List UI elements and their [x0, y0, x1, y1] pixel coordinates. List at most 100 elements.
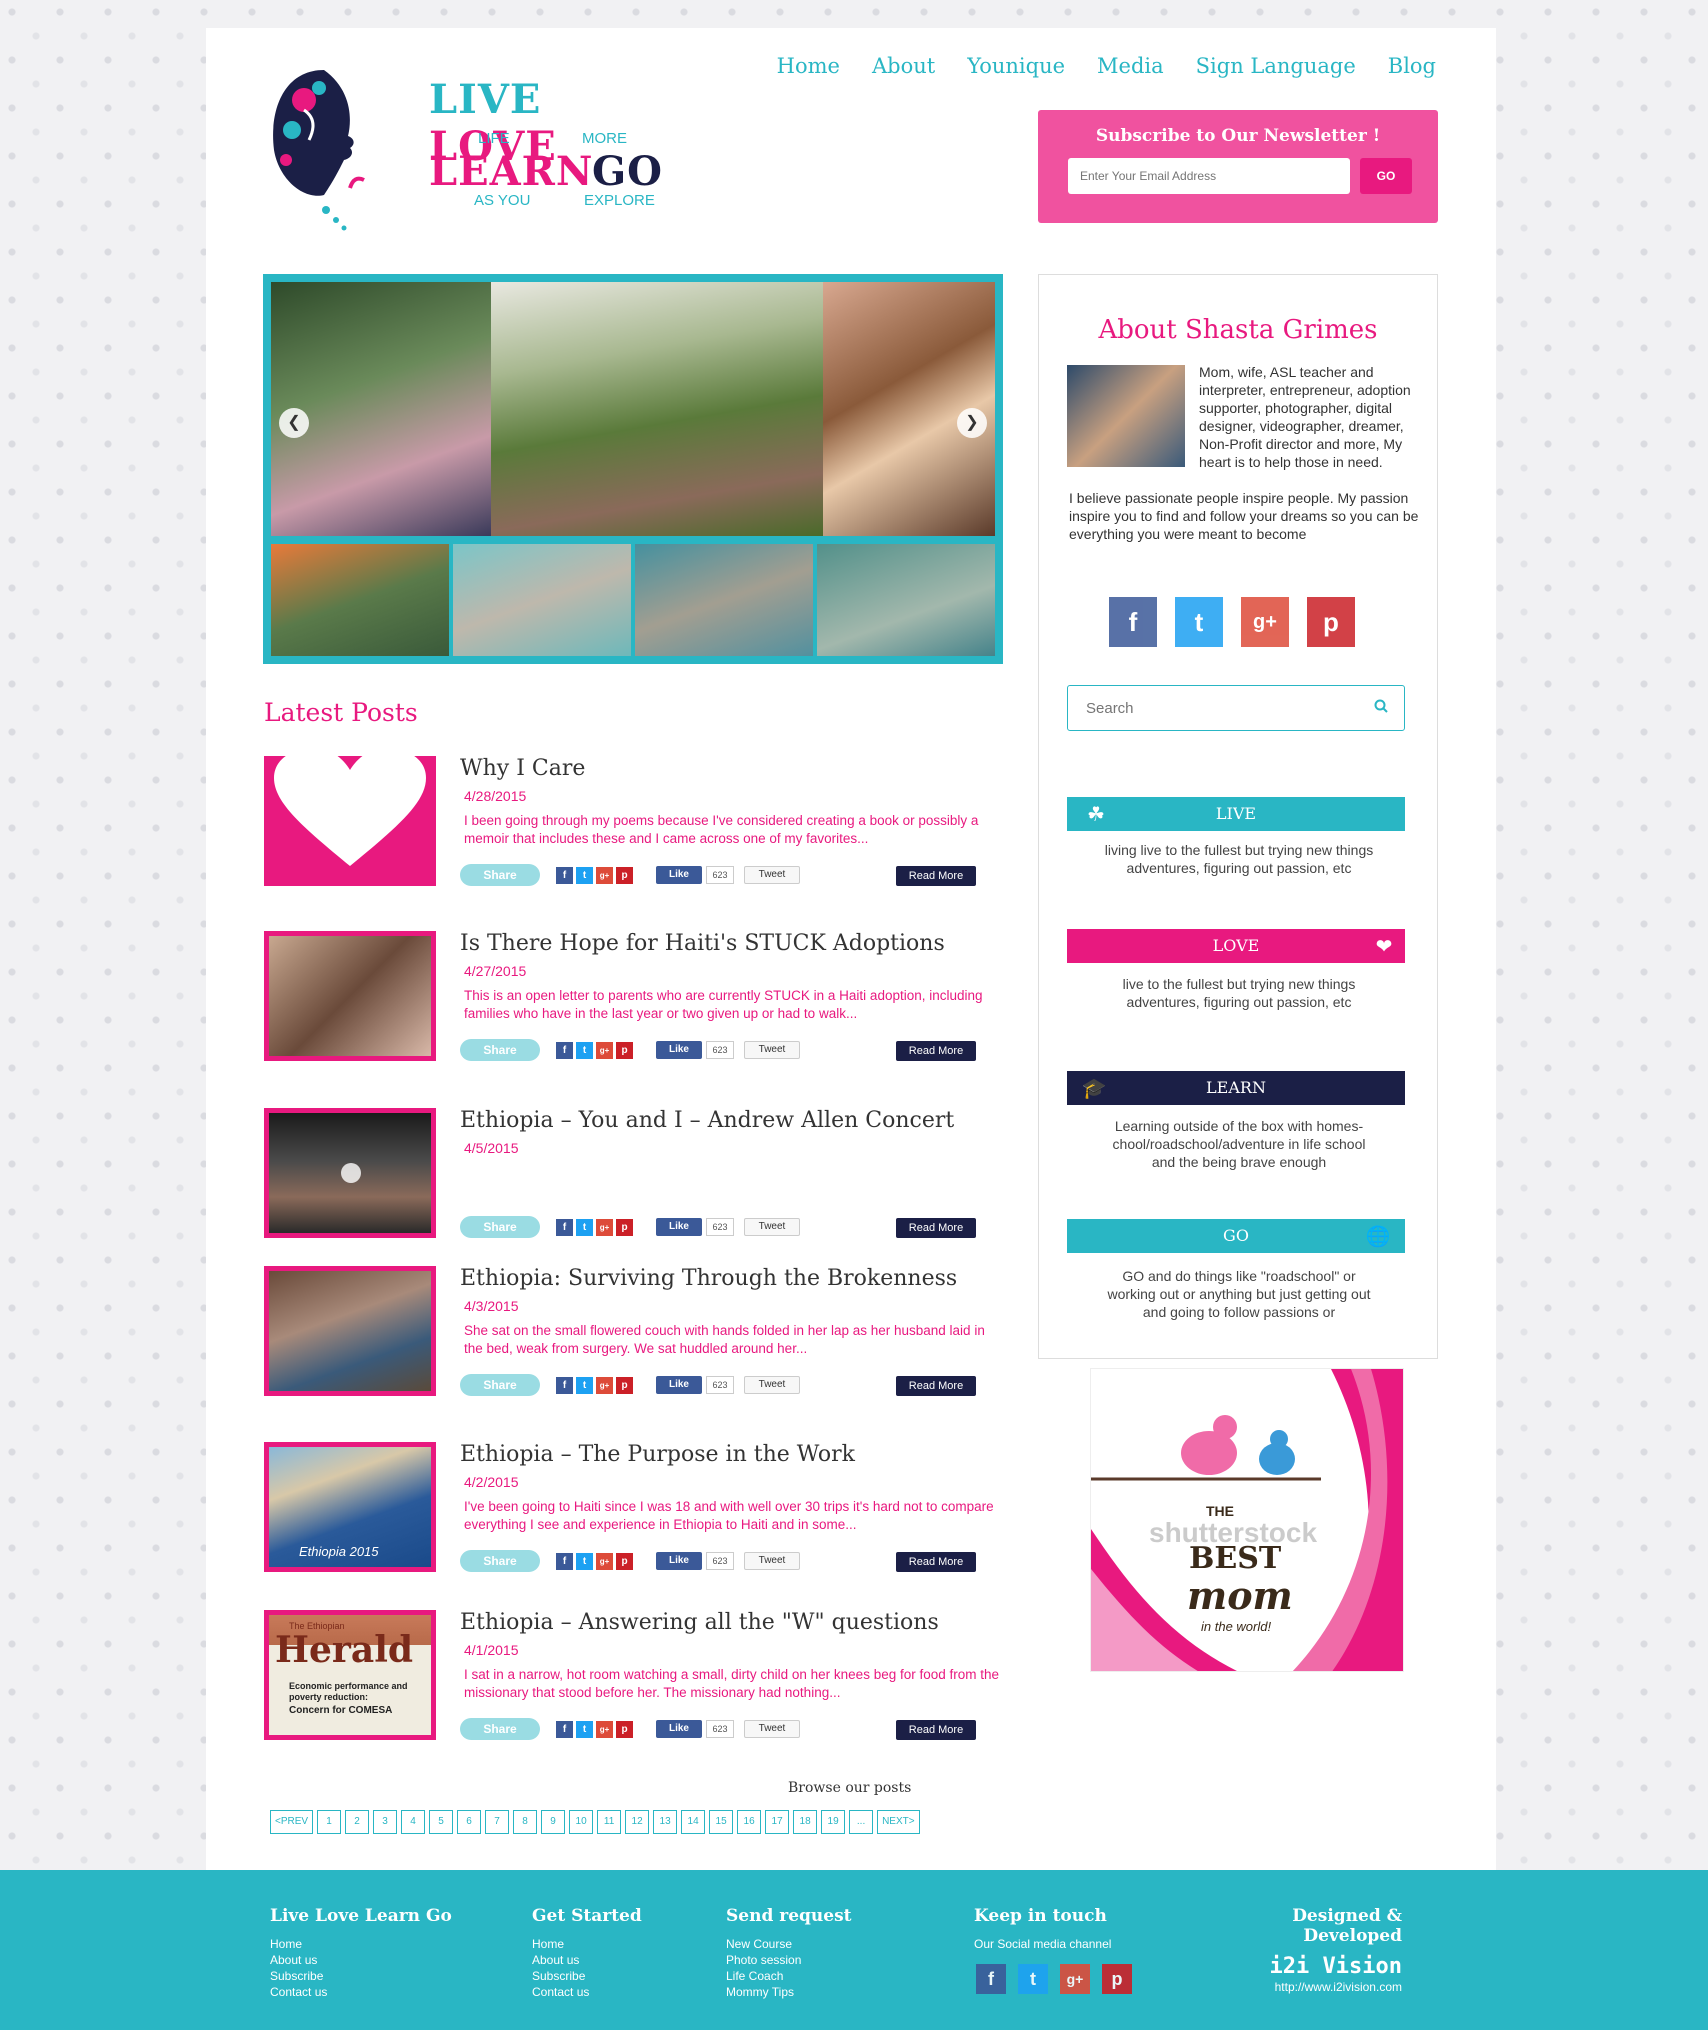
- post-thumbnail[interactable]: [264, 748, 436, 886]
- facebook-like-button[interactable]: Like: [656, 1041, 702, 1059]
- pagination-item[interactable]: 12: [625, 1810, 650, 1834]
- share-button[interactable]: Share: [460, 864, 540, 886]
- newsletter-email-input[interactable]: [1068, 158, 1350, 194]
- developer-url[interactable]: http://www.i2ivision.com: [1222, 1979, 1402, 1995]
- pagination-item[interactable]: 8: [513, 1810, 538, 1834]
- slider-thumb[interactable]: [271, 544, 449, 656]
- pagination-item[interactable]: NEXT>: [877, 1810, 920, 1834]
- tweet-button[interactable]: Tweet: [744, 1376, 800, 1394]
- tweet-button[interactable]: Tweet: [744, 866, 800, 884]
- footer-link[interactable]: Home: [270, 1936, 452, 1952]
- footer-link[interactable]: Mommy Tips: [726, 1984, 852, 2000]
- twitter-icon[interactable]: t: [1175, 597, 1223, 647]
- read-more-button[interactable]: Read More: [896, 1218, 976, 1238]
- tweet-button[interactable]: Tweet: [744, 1041, 800, 1059]
- share-button[interactable]: Share: [460, 1374, 540, 1396]
- facebook-like-button[interactable]: Like: [656, 1218, 702, 1236]
- slider-thumb[interactable]: [453, 544, 631, 656]
- nav-home[interactable]: Home: [777, 54, 840, 78]
- facebook-icon[interactable]: f: [976, 1964, 1006, 1994]
- twitter-icon[interactable]: t: [576, 1553, 593, 1570]
- tweet-button[interactable]: Tweet: [744, 1218, 800, 1236]
- pagination-item[interactable]: 2: [345, 1810, 370, 1834]
- search-icon[interactable]: [1374, 699, 1390, 715]
- facebook-icon[interactable]: f: [556, 1721, 573, 1738]
- post-title[interactable]: Ethiopia – You and I – Andrew Allen Conc…: [460, 1108, 954, 1133]
- facebook-like-button[interactable]: Like: [656, 866, 702, 884]
- twitter-icon[interactable]: t: [576, 1219, 593, 1236]
- tweet-button[interactable]: Tweet: [744, 1552, 800, 1570]
- pinterest-icon[interactable]: p: [616, 1042, 633, 1059]
- facebook-like-button[interactable]: Like: [656, 1376, 702, 1394]
- slider-next-arrow-icon[interactable]: ❯: [957, 408, 987, 438]
- read-more-button[interactable]: Read More: [896, 1376, 976, 1396]
- share-button[interactable]: Share: [460, 1216, 540, 1238]
- read-more-button[interactable]: Read More: [896, 866, 976, 886]
- twitter-icon[interactable]: t: [576, 1042, 593, 1059]
- google-plus-icon[interactable]: g+: [596, 867, 613, 884]
- pagination-item[interactable]: 16: [737, 1810, 762, 1834]
- pagination-item[interactable]: <PREV: [270, 1810, 314, 1834]
- post-title[interactable]: Ethiopia – The Purpose in the Work: [460, 1442, 855, 1467]
- facebook-icon[interactable]: f: [556, 867, 573, 884]
- google-plus-icon[interactable]: g+: [596, 1377, 613, 1394]
- footer-link[interactable]: New Course: [726, 1936, 852, 1952]
- play-icon[interactable]: [341, 1163, 361, 1183]
- category-learn-bar[interactable]: 🎓 LEARN: [1067, 1071, 1405, 1105]
- pagination-item[interactable]: 10: [569, 1810, 594, 1834]
- read-more-button[interactable]: Read More: [896, 1041, 976, 1061]
- nav-about[interactable]: About: [872, 54, 935, 78]
- twitter-icon[interactable]: t: [576, 1721, 593, 1738]
- pagination-item[interactable]: 11: [597, 1810, 622, 1834]
- facebook-icon[interactable]: f: [556, 1377, 573, 1394]
- post-thumbnail[interactable]: The Ethiopian Herald Economic performance …: [264, 1610, 436, 1740]
- pagination-item[interactable]: 9: [541, 1810, 566, 1834]
- footer-link[interactable]: Life Coach: [726, 1968, 852, 1984]
- pagination-item[interactable]: 5: [429, 1810, 454, 1834]
- read-more-button[interactable]: Read More: [896, 1720, 976, 1740]
- category-go-bar[interactable]: GO 🌐: [1067, 1219, 1405, 1253]
- footer-link[interactable]: Subscribe: [270, 1968, 452, 1984]
- google-plus-icon[interactable]: g+: [596, 1553, 613, 1570]
- footer-link[interactable]: About us: [270, 1952, 452, 1968]
- footer-link[interactable]: About us: [532, 1952, 642, 1968]
- post-thumbnail[interactable]: [264, 931, 436, 1061]
- share-button[interactable]: Share: [460, 1550, 540, 1572]
- search-input[interactable]: [1068, 686, 1348, 730]
- google-plus-icon[interactable]: g+: [596, 1042, 613, 1059]
- facebook-like-button[interactable]: Like: [656, 1552, 702, 1570]
- google-plus-icon[interactable]: g+: [596, 1721, 613, 1738]
- footer-link[interactable]: Contact us: [532, 1984, 642, 2000]
- post-title[interactable]: Ethiopia – Answering all the "W" questio…: [460, 1610, 939, 1635]
- google-plus-icon[interactable]: g+: [1241, 597, 1289, 647]
- pinterest-icon[interactable]: p: [616, 1553, 633, 1570]
- category-live-bar[interactable]: ☘ LIVE: [1067, 797, 1405, 831]
- post-title[interactable]: Ethiopia: Surviving Through the Brokenne…: [460, 1266, 957, 1291]
- nav-media[interactable]: Media: [1097, 54, 1164, 78]
- google-plus-icon[interactable]: g+: [1060, 1964, 1090, 1994]
- pagination-item[interactable]: 13: [653, 1810, 678, 1834]
- slider-thumb[interactable]: [635, 544, 813, 656]
- nav-blog[interactable]: Blog: [1388, 54, 1436, 78]
- pagination-item[interactable]: ...: [849, 1810, 874, 1834]
- post-thumbnail[interactable]: [264, 1108, 436, 1238]
- sidebar-ad[interactable]: shutterstock THE BEST mom in the world!: [1090, 1368, 1404, 1672]
- footer-link[interactable]: Contact us: [270, 1984, 452, 2000]
- facebook-icon[interactable]: f: [556, 1553, 573, 1570]
- twitter-icon[interactable]: t: [576, 867, 593, 884]
- pagination-item[interactable]: 14: [681, 1810, 706, 1834]
- facebook-icon[interactable]: f: [556, 1042, 573, 1059]
- nav-younique[interactable]: Younique: [967, 54, 1065, 78]
- pagination-item[interactable]: 4: [401, 1810, 426, 1834]
- facebook-like-button[interactable]: Like: [656, 1720, 702, 1738]
- pagination-item[interactable]: 18: [793, 1810, 818, 1834]
- pinterest-icon[interactable]: p: [616, 867, 633, 884]
- pagination-item[interactable]: 15: [709, 1810, 734, 1834]
- facebook-icon[interactable]: f: [1109, 597, 1157, 647]
- footer-link[interactable]: Home: [532, 1936, 642, 1952]
- footer-link[interactable]: Subscribe: [532, 1968, 642, 1984]
- pagination-item[interactable]: 17: [765, 1810, 790, 1834]
- post-title[interactable]: Is There Hope for Haiti's STUCK Adoption…: [460, 931, 945, 956]
- pagination-item[interactable]: 1: [317, 1810, 342, 1834]
- pagination-item[interactable]: 7: [485, 1810, 510, 1834]
